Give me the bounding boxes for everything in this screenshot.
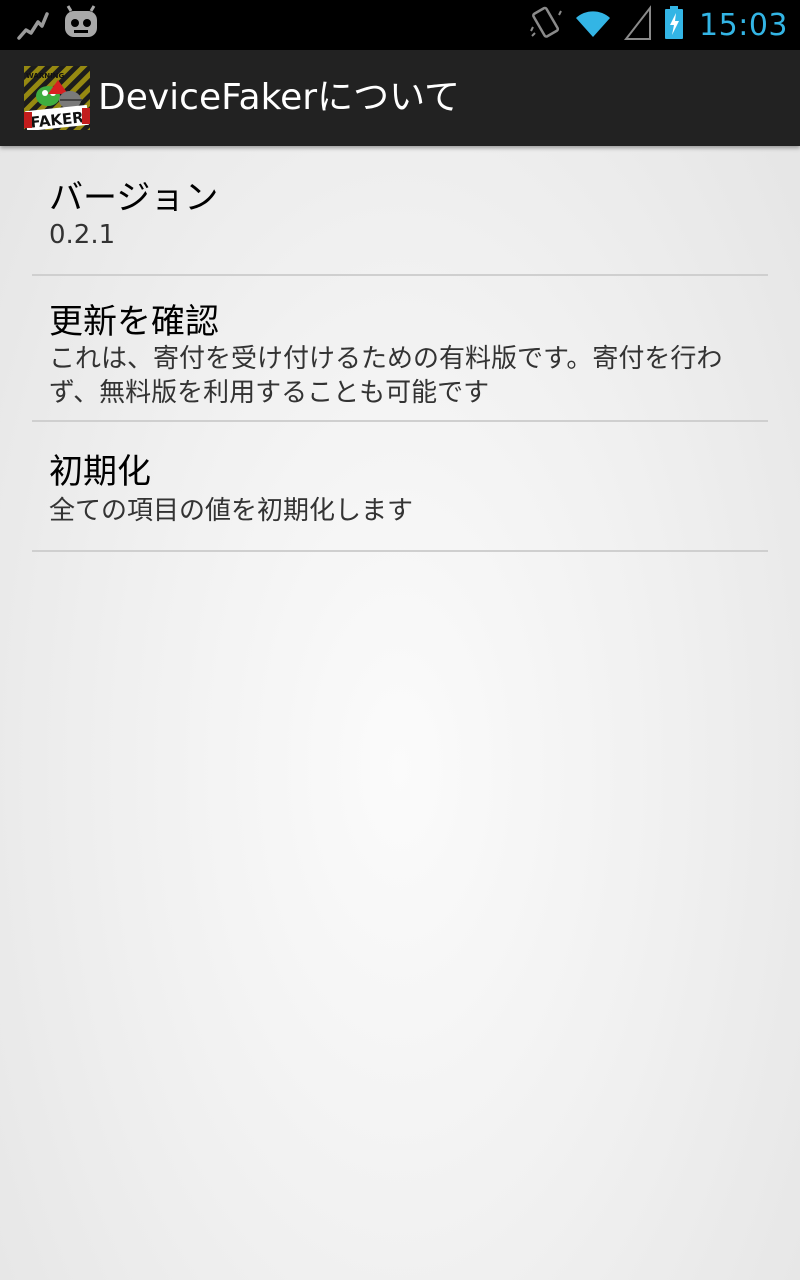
preference-title: 初期化 xyxy=(49,452,151,492)
status-bar-clock: 15:03 xyxy=(699,7,788,43)
vibrate-icon xyxy=(529,3,563,47)
cyanogenmod-icon xyxy=(62,4,100,48)
icon-warning-text: WARNING xyxy=(26,72,65,80)
action-bar-title: DeviceFakerについて xyxy=(98,77,461,118)
action-bar: WARNING FAKER DeviceFakerについて xyxy=(0,50,800,146)
preference-title: 更新を確認 xyxy=(49,302,219,342)
battery-charging-icon xyxy=(663,3,685,47)
activity-graph-icon xyxy=(16,4,50,48)
preference-summary: これは、寄付を受け付けるための有料版です。寄付を行わず、無料版を利用することも可… xyxy=(49,344,723,408)
status-bar: 15:03 xyxy=(0,0,800,50)
preference-check-update[interactable]: 更新を確認 これは、寄付を受け付けるための有料版です。寄付を行わず、無料版を利用… xyxy=(32,276,768,422)
preference-summary: 全ての項目の値を初期化します xyxy=(49,496,414,526)
preference-summary: 0.2.1 xyxy=(49,220,116,250)
status-bar-system-icons: 15:03 xyxy=(529,0,788,50)
preference-title: バージョン xyxy=(49,178,219,218)
wifi-icon xyxy=(573,3,613,47)
device-faker-app-icon[interactable]: WARNING FAKER xyxy=(24,66,90,132)
preference-version[interactable]: バージョン 0.2.1 xyxy=(32,146,768,276)
status-bar-notifications xyxy=(16,4,100,48)
preference-reset[interactable]: 初期化 全ての項目の値を初期化します xyxy=(32,422,768,552)
preference-list: バージョン 0.2.1 更新を確認 これは、寄付を受け付けるための有料版です。寄… xyxy=(32,146,768,552)
signal-icon xyxy=(623,3,653,47)
